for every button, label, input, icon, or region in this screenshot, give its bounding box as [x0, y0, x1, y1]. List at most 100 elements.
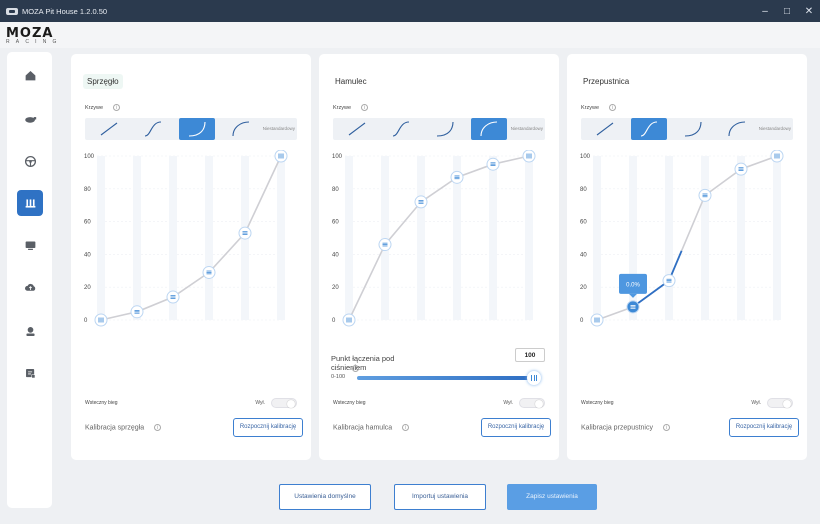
y-tick-label: 60 [332, 220, 339, 226]
calibration-label: Kalibracja hamulca [333, 424, 393, 432]
curve-point-handle[interactable] [130, 305, 144, 319]
curve-point-handle[interactable] [342, 313, 356, 327]
curve-slider-track[interactable] [205, 156, 213, 320]
curve-slider-track[interactable] [277, 156, 285, 320]
info-icon[interactable]: i [352, 364, 360, 372]
response-curve-line [596, 155, 778, 321]
curve-chart[interactable]: 0 20 40 60 80 100 0.0% [575, 150, 799, 328]
curve-preset-1[interactable] [91, 118, 127, 140]
curve-slider-track[interactable] [773, 156, 781, 320]
curve-shape-icon [640, 121, 658, 137]
curve-point-handle[interactable] [698, 188, 712, 202]
curve-point-handle[interactable] [590, 313, 604, 327]
y-tick-label: 0 [580, 318, 584, 324]
curve-point-handle[interactable] [626, 300, 640, 314]
y-tick-label: 0 [84, 318, 88, 324]
start-calibration-button[interactable]: Rozpocznij kalibrację [233, 418, 303, 437]
reverse-gear-toggle[interactable] [519, 398, 545, 408]
sidebar-item-dashboard[interactable] [17, 232, 43, 258]
curve-point-handle[interactable] [450, 170, 464, 184]
curve-slider-track[interactable] [489, 156, 497, 320]
curve-point-handle[interactable] [166, 290, 180, 304]
curve-slider-track[interactable] [593, 156, 601, 320]
sidebar-item-cloud[interactable] [17, 274, 43, 300]
reverse-gear-row: Wsteczny bieg Wył. [581, 398, 793, 408]
sidebar-item-user[interactable] [17, 318, 43, 344]
curve-point-handle[interactable] [734, 162, 748, 176]
y-tick-label: 60 [580, 220, 587, 226]
y-tick-label: 20 [84, 285, 91, 291]
curve-point-handle[interactable] [238, 226, 252, 240]
restore-defaults-button[interactable]: Ustawienia domyślne [279, 484, 371, 510]
sidebar-item-feedback[interactable] [17, 360, 43, 386]
sidebar-item-pedals[interactable] [17, 190, 43, 216]
curve-point-handle[interactable] [202, 265, 216, 279]
info-icon[interactable]: i [609, 104, 617, 111]
import-settings-button[interactable]: Importuj ustawienia [394, 484, 486, 510]
curve-slider-track[interactable] [737, 156, 745, 320]
curve-preset-4[interactable] [223, 118, 259, 140]
curve-slider-track[interactable] [97, 156, 105, 320]
curve-preset-custom[interactable]: Niestandardowy [263, 118, 297, 140]
curve-preset-4[interactable] [471, 118, 507, 140]
curve-preset-3[interactable] [179, 118, 215, 140]
curve-chart[interactable]: 0 20 40 60 80 100 [79, 150, 303, 328]
curve-point-handle[interactable] [522, 150, 536, 163]
info-icon[interactable]: i [361, 104, 369, 111]
curve-shape-icon [480, 121, 498, 137]
close-button[interactable]: ✕ [798, 0, 820, 22]
toggle-knob [783, 400, 791, 408]
curve-slider-track[interactable] [345, 156, 353, 320]
curve-slider-track[interactable] [381, 156, 389, 320]
curve-slider-track[interactable] [665, 156, 673, 320]
minimize-button[interactable]: – [754, 0, 776, 22]
curve-preset-custom[interactable]: Niestandardowy [759, 118, 793, 140]
breakpoint-slider-track[interactable] [357, 376, 533, 380]
info-icon[interactable]: i [113, 104, 121, 111]
info-icon[interactable]: i [402, 424, 410, 431]
cloud-upload-icon [24, 283, 35, 291]
curve-point-handle[interactable] [770, 150, 784, 163]
toggle-state-label: Wył. [751, 400, 761, 406]
curve-chart[interactable]: 0 20 40 60 80 100 [327, 150, 551, 328]
curve-point-handle[interactable] [94, 313, 108, 327]
curve-preset-2[interactable] [135, 118, 171, 140]
info-icon[interactable]: i [154, 424, 162, 431]
curve-preset-1[interactable] [339, 118, 375, 140]
reverse-gear-row: Wsteczny bieg Wył. [333, 398, 545, 408]
sidebar-item-home[interactable] [17, 62, 43, 88]
curve-point-handle[interactable] [662, 274, 676, 288]
curve-slider-track[interactable] [417, 156, 425, 320]
curve-point-handle[interactable] [274, 150, 288, 163]
curve-label: Krzywe i [581, 104, 617, 111]
reverse-gear-toggle[interactable] [271, 398, 297, 408]
sidebar-item-steering-wheel[interactable] [17, 148, 43, 174]
curve-preset-custom[interactable]: Niestandardowy [511, 118, 545, 140]
toggle-state-label: Wył. [255, 400, 265, 406]
curve-slider-track[interactable] [701, 156, 709, 320]
reverse-gear-label: Wsteczny bieg [333, 400, 366, 406]
reverse-gear-label: Wsteczny bieg [85, 400, 118, 406]
breakpoint-value-input[interactable]: 100 [515, 348, 545, 362]
curve-preset-2[interactable] [631, 118, 667, 140]
curve-preset-1[interactable] [587, 118, 623, 140]
breakpoint-slider-thumb[interactable] [527, 371, 541, 385]
panel-title: Sprzęgło [83, 74, 123, 89]
curve-preset-3[interactable] [427, 118, 463, 140]
start-calibration-button[interactable]: Rozpocznij kalibrację [481, 418, 551, 437]
curve-point-handle[interactable] [414, 195, 428, 209]
curve-point-handle[interactable] [378, 238, 392, 252]
sidebar-item-wheelbase[interactable] [17, 106, 43, 132]
start-calibration-button[interactable]: Rozpocznij kalibrację [729, 418, 799, 437]
curve-preset-2[interactable] [383, 118, 419, 140]
curve-slider-track[interactable] [525, 156, 533, 320]
save-settings-button[interactable]: Zapisz ustawienia [507, 484, 597, 510]
curve-point-handle[interactable] [486, 157, 500, 171]
maximize-button[interactable]: □ [776, 0, 798, 22]
reverse-gear-toggle[interactable] [767, 398, 793, 408]
curve-preset-4[interactable] [719, 118, 755, 140]
curve-shape-icon [100, 122, 118, 136]
curve-preset-3[interactable] [675, 118, 711, 140]
curve-slider-track[interactable] [133, 156, 141, 320]
info-icon[interactable]: i [662, 424, 670, 431]
